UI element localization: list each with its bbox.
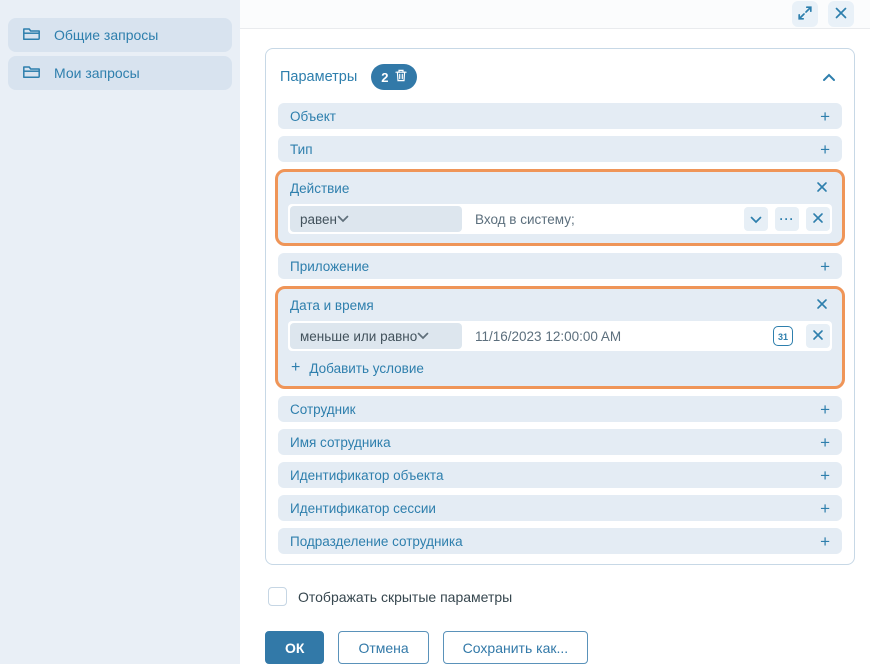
ok-button[interactable]: ОК [265,631,324,664]
datetime-operator-value: меньше или равно [300,329,417,344]
plus-icon[interactable]: + [820,500,830,517]
datetime-clear-button[interactable] [806,324,830,348]
param-row-employee-department[interactable]: Подразделение сотрудника + [278,528,842,554]
datetime-section-label: Дата и время [290,298,374,313]
param-row-label: Приложение [290,259,369,274]
param-row-label: Идентификатор сессии [290,501,436,516]
chevron-up-icon [822,70,836,85]
plus-icon[interactable]: + [820,141,830,158]
chevron-down-icon [337,210,349,228]
param-row-type[interactable]: Тип + [278,136,842,162]
close-icon [812,329,824,344]
collapse-panel-button[interactable] [818,68,840,87]
action-operator-value: равен [300,212,337,227]
action-clear-button[interactable] [806,207,830,231]
selected-params-badge[interactable]: 2 [371,64,416,90]
plus-icon[interactable]: + [820,533,830,550]
plus-icon[interactable]: + [820,467,830,484]
chevron-down-icon [750,212,762,227]
add-condition-link[interactable]: + Добавить условие [291,360,424,376]
plus-icon[interactable]: + [820,434,830,451]
plus-icon[interactable]: + [820,108,830,125]
action-operator-select[interactable]: равен [290,206,462,232]
parameters-title: Параметры [280,69,357,85]
param-row-label: Объект [290,109,336,124]
sidebar-item-my-queries[interactable]: Мои запросы [8,56,232,90]
main-area: Параметры 2 Объект + Тип + [240,0,870,664]
plus-icon[interactable]: + [820,401,830,418]
action-section-header: Действие [288,176,832,204]
remove-action-param-button[interactable] [814,179,830,198]
trash-icon [395,69,407,85]
close-icon [816,298,828,313]
folder-icon [22,64,41,83]
plus-icon[interactable]: + [820,258,830,275]
parameters-header: Параметры 2 [280,64,840,90]
param-section-action: Действие равен Вход в систему; [275,169,845,246]
calendar-picker-button[interactable]: 31 [773,326,793,346]
dialog-content: Параметры 2 Объект + Тип + [240,29,870,664]
save-as-button[interactable]: Сохранить как... [443,631,588,664]
calendar-icon: 31 [773,326,793,346]
param-row-label: Сотрудник [290,402,356,417]
param-section-datetime: Дата и время меньше или равно 11/16/2023… [275,286,845,389]
expand-button[interactable] [792,1,818,27]
param-row-label: Идентификатор объекта [290,468,443,483]
datetime-operator-select[interactable]: меньше или равно [290,323,462,349]
datetime-condition-row: меньше или равно 11/16/2023 12:00:00 AM … [288,321,832,351]
ellipsis-icon: ··· [780,213,795,225]
close-icon [834,6,848,23]
param-row-label: Подразделение сотрудника [290,534,463,549]
close-icon [816,181,828,196]
remove-datetime-param-button[interactable] [814,296,830,315]
sidebar-item-label: Мои запросы [54,65,140,81]
param-row-employee-name[interactable]: Имя сотрудника + [278,429,842,455]
datetime-value: 11/16/2023 12:00:00 AM [475,329,621,344]
action-dropdown-button[interactable] [744,207,768,231]
sidebar-item-common-queries[interactable]: Общие запросы [8,18,232,52]
dialog-topbar [240,0,870,29]
close-icon [812,212,824,227]
parameters-panel: Параметры 2 Объект + Тип + [265,48,855,565]
datetime-section-header: Дата и время [288,293,832,321]
expand-icon [797,5,813,24]
folder-icon [22,26,41,45]
sidebar-item-label: Общие запросы [54,27,158,43]
chevron-down-icon [417,327,429,345]
action-section-label: Действие [290,181,349,196]
sidebar: Общие запросы Мои запросы [0,0,240,664]
show-hidden-params-row: Отображать скрытые параметры [268,587,855,606]
close-button[interactable] [828,1,854,27]
params-count: 2 [381,70,388,85]
datetime-value-field[interactable]: 11/16/2023 12:00:00 AM 31 [469,323,799,349]
param-row-session-id[interactable]: Идентификатор сессии + [278,495,842,521]
action-condition-row: равен Вход в систему; ··· [288,204,832,234]
query-parameters-window: Общие запросы Мои запросы Параметры 2 [0,0,870,664]
cancel-button[interactable]: Отмена [338,631,428,664]
param-row-label: Имя сотрудника [290,435,391,450]
show-hidden-params-label: Отображать скрытые параметры [298,589,512,605]
action-more-button[interactable]: ··· [775,207,799,231]
add-condition-label: Добавить условие [309,361,424,376]
action-value-field[interactable]: Вход в систему; [469,206,737,232]
param-row-application[interactable]: Приложение + [278,253,842,279]
dialog-buttons: ОК Отмена Сохранить как... [265,631,855,664]
plus-icon: + [291,360,300,376]
param-row-object-id[interactable]: Идентификатор объекта + [278,462,842,488]
param-row-employee[interactable]: Сотрудник + [278,396,842,422]
param-row-label: Тип [290,142,313,157]
param-row-object[interactable]: Объект + [278,103,842,129]
show-hidden-params-checkbox[interactable] [268,587,287,606]
